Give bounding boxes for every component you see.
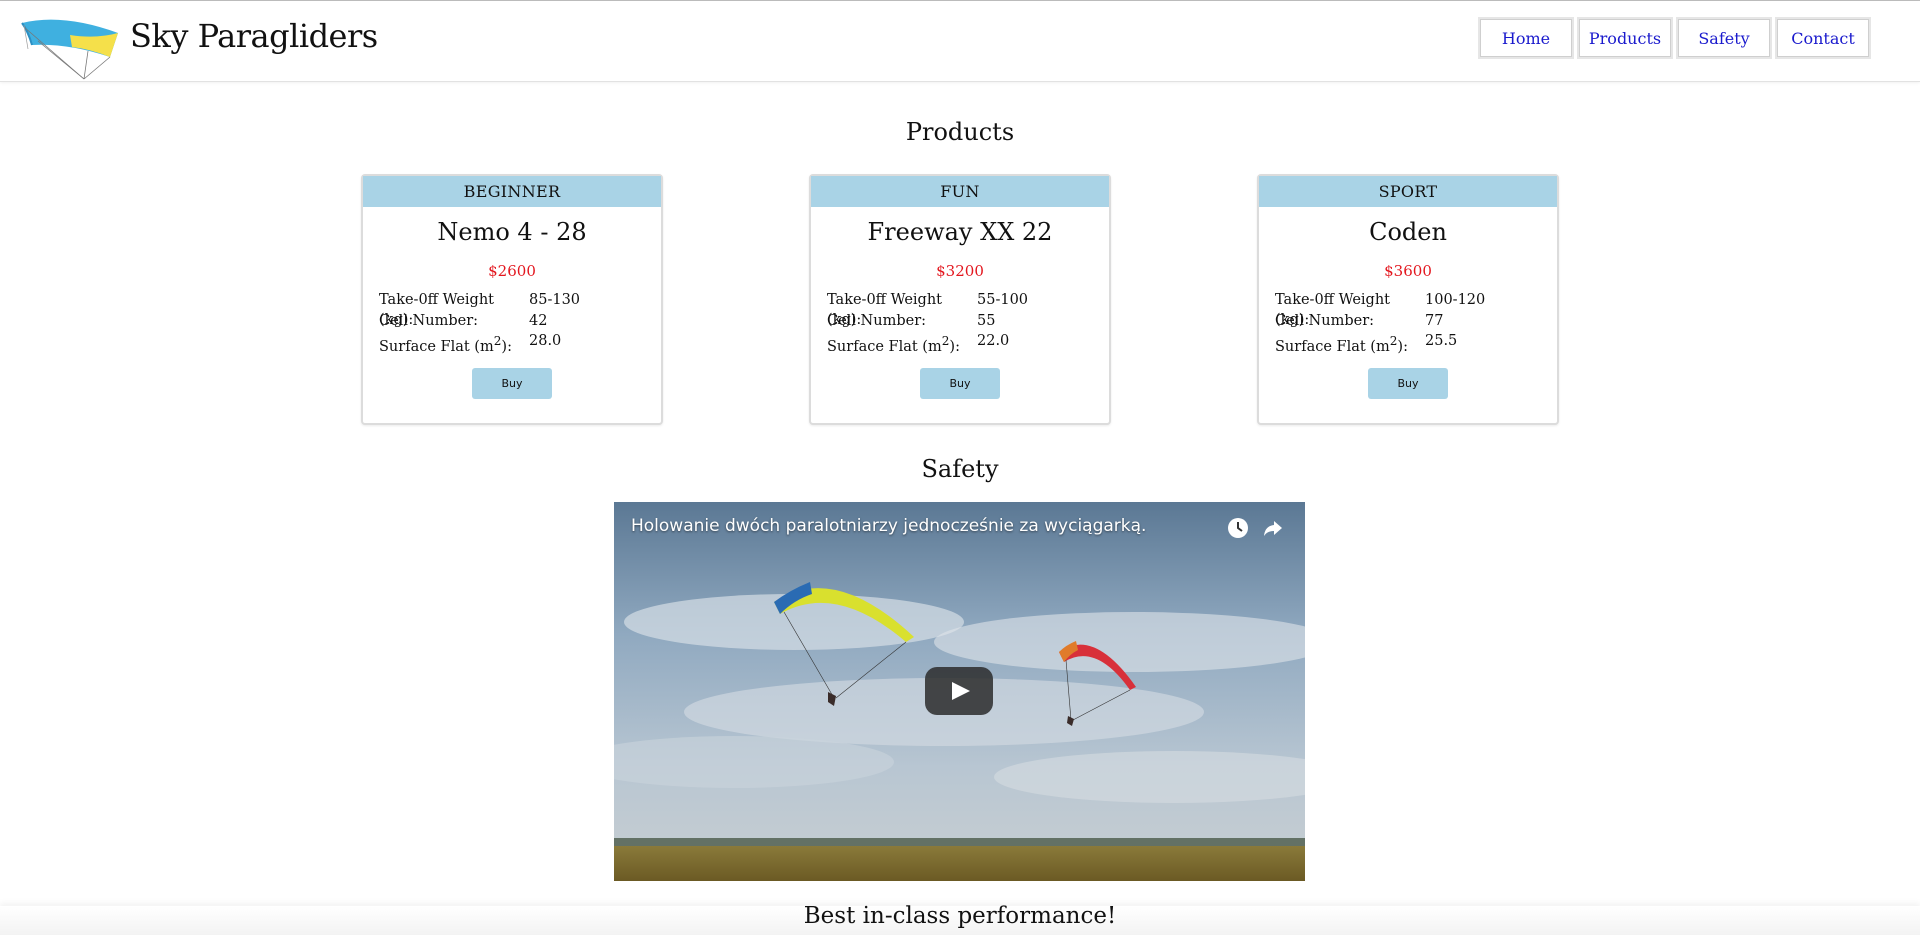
spec-label: Surface Flat (m2):	[379, 334, 512, 355]
spec-label: Cell Number:	[379, 312, 479, 329]
tagline: Best in-class performance!	[803, 903, 1117, 929]
spec-value: 42	[529, 312, 548, 329]
spec-row-surface: Surface Flat (m2): 22.0	[827, 331, 1109, 355]
card-category: SPORT	[1259, 176, 1557, 207]
product-name: Freeway XX 22	[867, 218, 1053, 246]
spec-label: Take-0ff Weight (kg):	[827, 292, 942, 328]
nav-contact[interactable]: Contact	[1775, 17, 1871, 59]
buy-button[interactable]: Buy	[1368, 367, 1448, 399]
products-heading: Products	[905, 118, 1015, 146]
product-name: Coden	[1369, 218, 1447, 246]
spec-row-weight: Take-0ff Weight (kg): 55-100	[827, 290, 1109, 328]
clock-icon[interactable]	[1225, 515, 1251, 541]
product-name: Nemo 4 - 28	[437, 218, 587, 246]
spec-row-cells: Cell Number: 55	[827, 311, 1109, 332]
spec-value: 25.5	[1425, 333, 1458, 349]
spec-table: Take-0ff Weight (kg): 85-130 Cell Number…	[379, 290, 661, 355]
spec-label: Surface Flat (m2):	[827, 334, 960, 355]
card-category: BEGINNER	[363, 176, 661, 207]
spec-value: 100-120	[1425, 292, 1486, 308]
spec-row-surface: Surface Flat (m2): 28.0	[379, 331, 661, 355]
product-price: $3200	[936, 262, 984, 280]
brand-name: Sky Paragliders	[130, 17, 378, 55]
product-card-fun: FUN Freeway XX 22 $3200 Take-0ff Weight …	[809, 174, 1111, 425]
spec-label: Cell Number:	[827, 312, 927, 329]
spec-table: Take-0ff Weight (kg): 100-120 Cell Numbe…	[1275, 290, 1557, 355]
main-nav: Home Products Safety Contact	[1478, 17, 1871, 59]
nav-safety[interactable]: Safety	[1676, 17, 1772, 59]
spec-label: Surface Flat (m2):	[1275, 334, 1408, 355]
buy-button[interactable]: Buy	[472, 367, 552, 399]
video-title: Holowanie dwóch paralotniarzy jednocześn…	[631, 516, 1147, 536]
video-player[interactable]: Holowanie dwóch paralotniarzy jednocześn…	[614, 502, 1305, 881]
buy-button[interactable]: Buy	[920, 367, 1000, 399]
spec-label: Take-0ff Weight (kg):	[379, 292, 494, 328]
product-card-sport: SPORT Coden $3600 Take-0ff Weight (kg): …	[1257, 174, 1559, 425]
play-icon[interactable]	[925, 667, 993, 715]
spec-value: 77	[1425, 312, 1444, 329]
spec-value: 55	[977, 312, 996, 329]
spec-value: 85-130	[529, 292, 581, 308]
spec-table: Take-0ff Weight (kg): 55-100 Cell Number…	[827, 290, 1109, 355]
nav-home[interactable]: Home	[1478, 17, 1574, 59]
product-price: $3600	[1384, 262, 1432, 280]
spec-label: Take-0ff Weight (kg):	[1275, 292, 1390, 328]
spec-row-cells: Cell Number: 42	[379, 311, 661, 332]
product-card-beginner: BEGINNER Nemo 4 - 28 $2600 Take-0ff Weig…	[361, 174, 663, 425]
spec-row-weight: Take-0ff Weight (kg): 85-130	[379, 290, 661, 328]
site-header: Sky Paragliders Home Products Safety Con…	[0, 1, 1920, 82]
nav-products[interactable]: Products	[1577, 17, 1673, 59]
spec-value: 22.0	[977, 333, 1010, 349]
spec-row-surface: Surface Flat (m2): 25.5	[1275, 331, 1557, 355]
spec-row-weight: Take-0ff Weight (kg): 100-120	[1275, 290, 1557, 328]
card-category: FUN	[811, 176, 1109, 207]
product-price: $2600	[488, 262, 536, 280]
paraglider-logo	[21, 19, 118, 80]
spec-row-cells: Cell Number: 77	[1275, 311, 1557, 332]
safety-heading: Safety	[921, 455, 999, 483]
spec-value: 55-100	[977, 292, 1029, 308]
spec-label: Cell Number:	[1275, 312, 1375, 329]
spec-value: 28.0	[529, 333, 562, 349]
share-icon[interactable]	[1260, 515, 1286, 541]
